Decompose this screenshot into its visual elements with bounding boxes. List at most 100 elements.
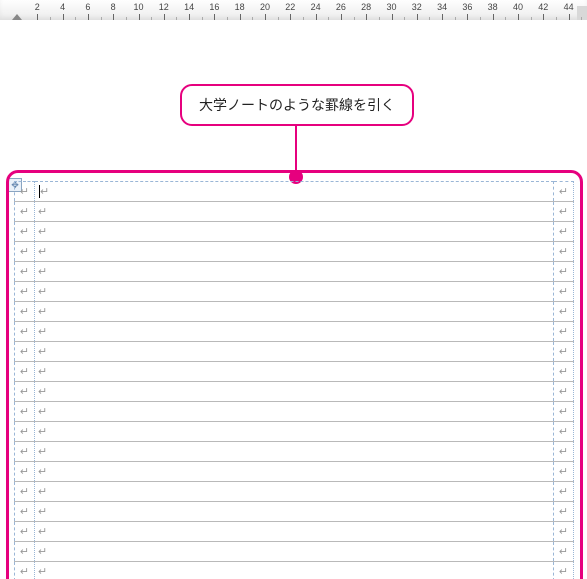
margin-cell-left[interactable]: ↵ — [15, 242, 35, 262]
table-row[interactable]: ↵↵↵ — [15, 342, 574, 362]
content-cell[interactable]: ↵ — [35, 262, 554, 282]
margin-cell-right[interactable]: ↵ — [554, 522, 574, 542]
margin-cell-left[interactable]: ↵ — [15, 322, 35, 342]
content-cell[interactable]: ↵ — [35, 462, 554, 482]
content-cell[interactable]: ↵ — [35, 522, 554, 542]
content-cell[interactable]: ↵ — [35, 202, 554, 222]
margin-cell-right[interactable]: ↵ — [554, 362, 574, 382]
margin-cell-right[interactable]: ↵ — [554, 422, 574, 442]
margin-cell-left[interactable]: ↵ — [15, 402, 35, 422]
table-row[interactable]: ↵↵↵ — [15, 262, 574, 282]
margin-cell-right[interactable]: ↵ — [554, 382, 574, 402]
margin-cell-right[interactable]: ↵ — [554, 262, 574, 282]
content-cell[interactable]: ↵ — [35, 242, 554, 262]
margin-cell-left[interactable]: ↵ — [15, 502, 35, 522]
ruled-notebook-table[interactable]: ↵↵↵↵↵↵↵↵↵↵↵↵↵↵↵↵↵↵↵↵↵↵↵↵↵↵↵↵↵↵↵↵↵↵↵↵↵↵↵↵… — [14, 181, 574, 579]
content-cell[interactable]: ↵ — [35, 402, 554, 422]
table-row[interactable]: ↵ ↵ ↵ — [15, 242, 574, 262]
margin-cell-left[interactable]: ↵ — [15, 562, 35, 579]
table-row[interactable]: ↵↵↵ — [15, 402, 574, 422]
table-row[interactable]: ↵↵↵ — [15, 222, 574, 242]
content-cell[interactable]: ↵ — [35, 382, 554, 402]
paragraph-mark-icon: ↵ — [559, 446, 568, 458]
margin-cell-right[interactable]: ↵ — [554, 482, 574, 502]
table-row[interactable]: ↵↵↵ — [15, 322, 574, 342]
margin-cell-left[interactable]: ↵ — [15, 342, 35, 362]
paragraph-mark-icon: ↵ — [559, 246, 568, 258]
table-row[interactable]: ↵↵↵ — [15, 562, 574, 579]
margin-cell-left[interactable]: ↵ — [15, 222, 35, 242]
margin-cell-left[interactable]: ↵ — [15, 202, 35, 222]
paragraph-mark-icon: ↵ — [38, 306, 47, 318]
margin-cell-right[interactable]: ↵ — [554, 202, 574, 222]
table-row[interactable]: ↵↵↵ — [15, 282, 574, 302]
paragraph-mark-icon: ↵ — [38, 446, 47, 458]
margin-cell-right[interactable]: ↵ — [554, 182, 574, 202]
margin-cell-right[interactable]: ↵ — [554, 302, 574, 322]
horizontal-ruler[interactable]: 2468101214161820222426283032343638404244 — [0, 0, 587, 21]
margin-cell-right[interactable]: ↵ — [554, 322, 574, 342]
content-cell[interactable]: ↵ — [35, 362, 554, 382]
content-cell[interactable]: ↵ — [35, 422, 554, 442]
content-cell[interactable]: ↵ — [35, 562, 554, 579]
margin-cell-right[interactable]: ↵ — [554, 462, 574, 482]
table-row[interactable]: ↵↵↵ — [15, 442, 574, 462]
table-row[interactable]: ↵↵↵ — [15, 482, 574, 502]
margin-cell-right[interactable]: ↵ — [554, 562, 574, 579]
margin-cell-right[interactable]: ↵ — [554, 222, 574, 242]
table-row[interactable]: ↵↵↵ — [15, 522, 574, 542]
margin-cell-right[interactable]: ↵ — [554, 342, 574, 362]
margin-cell-left[interactable]: ↵ — [15, 362, 35, 382]
margin-cell-left[interactable]: ↵ — [15, 522, 35, 542]
paragraph-mark-icon: ↵ — [38, 466, 47, 478]
content-cell[interactable]: ↵ — [35, 322, 554, 342]
margin-cell-left[interactable]: ↵ — [15, 182, 35, 202]
content-cell[interactable]: ↵ — [35, 442, 554, 462]
ruler-number: 6 — [85, 2, 90, 12]
margin-cell-right[interactable]: ↵ — [554, 402, 574, 422]
paragraph-mark-icon: ↵ — [38, 506, 47, 518]
document-page: 大学ノートのような罫線を引く ✥ ↵↵↵↵↵↵↵↵↵↵↵↵↵↵↵↵↵↵↵↵↵↵↵… — [0, 20, 587, 579]
paragraph-mark-icon: ↵ — [20, 546, 29, 558]
content-cell[interactable]: ↵ — [35, 342, 554, 362]
margin-cell-left[interactable]: ↵ — [15, 382, 35, 402]
table-row[interactable]: ↵↵↵ — [15, 502, 574, 522]
margin-cell-left[interactable]: ↵ — [15, 542, 35, 562]
paragraph-mark-icon: ↵ — [20, 406, 29, 418]
content-cell[interactable]: ↵ — [35, 222, 554, 242]
margin-cell-left[interactable]: ↵ — [15, 482, 35, 502]
content-cell[interactable]: ↵ — [35, 482, 554, 502]
margin-cell-left[interactable]: ↵ — [15, 462, 35, 482]
paragraph-mark-icon: ↵ — [20, 266, 29, 278]
content-cell[interactable]: ↵ — [35, 302, 554, 322]
margin-cell-left[interactable]: ↵ — [15, 282, 35, 302]
margin-cell-right[interactable]: ↵ — [554, 282, 574, 302]
content-cell[interactable]: ↵ — [35, 282, 554, 302]
margin-cell-right[interactable]: ↵ — [554, 502, 574, 522]
margin-cell-right[interactable]: ↵ — [554, 242, 574, 262]
content-cell[interactable]: ↵ — [35, 182, 554, 202]
table-row[interactable]: ↵↵↵ — [15, 182, 574, 202]
margin-cell-left[interactable]: ↵ — [15, 262, 35, 282]
margin-cell-right[interactable]: ↵ — [554, 542, 574, 562]
table-row[interactable]: ↵↵↵ — [15, 462, 574, 482]
annotation-callout: 大学ノートのような罫線を引く — [180, 84, 414, 126]
table-row[interactable]: ↵↵↵ — [15, 302, 574, 322]
table-row[interactable]: ↵↵↵ — [15, 382, 574, 402]
content-cell[interactable]: ↵ — [35, 542, 554, 562]
margin-cell-left[interactable]: ↵ — [15, 302, 35, 322]
margin-cell-left[interactable]: ↵ — [15, 422, 35, 442]
table-row[interactable]: ↵↵↵ — [15, 542, 574, 562]
paragraph-mark-icon: ↵ — [20, 246, 29, 258]
table-row[interactable]: ↵↵↵ — [15, 362, 574, 382]
ruler-number: 26 — [336, 2, 346, 12]
content-cell[interactable]: ↵ — [35, 502, 554, 522]
ruler-number: 4 — [60, 2, 65, 12]
paragraph-mark-icon: ↵ — [20, 346, 29, 358]
table-row[interactable]: ↵↵↵ — [15, 202, 574, 222]
ruler-number: 32 — [412, 2, 422, 12]
ruler-number: 22 — [285, 2, 295, 12]
table-row[interactable]: ↵↵↵ — [15, 422, 574, 442]
margin-cell-left[interactable]: ↵ — [15, 442, 35, 462]
margin-cell-right[interactable]: ↵ — [554, 442, 574, 462]
